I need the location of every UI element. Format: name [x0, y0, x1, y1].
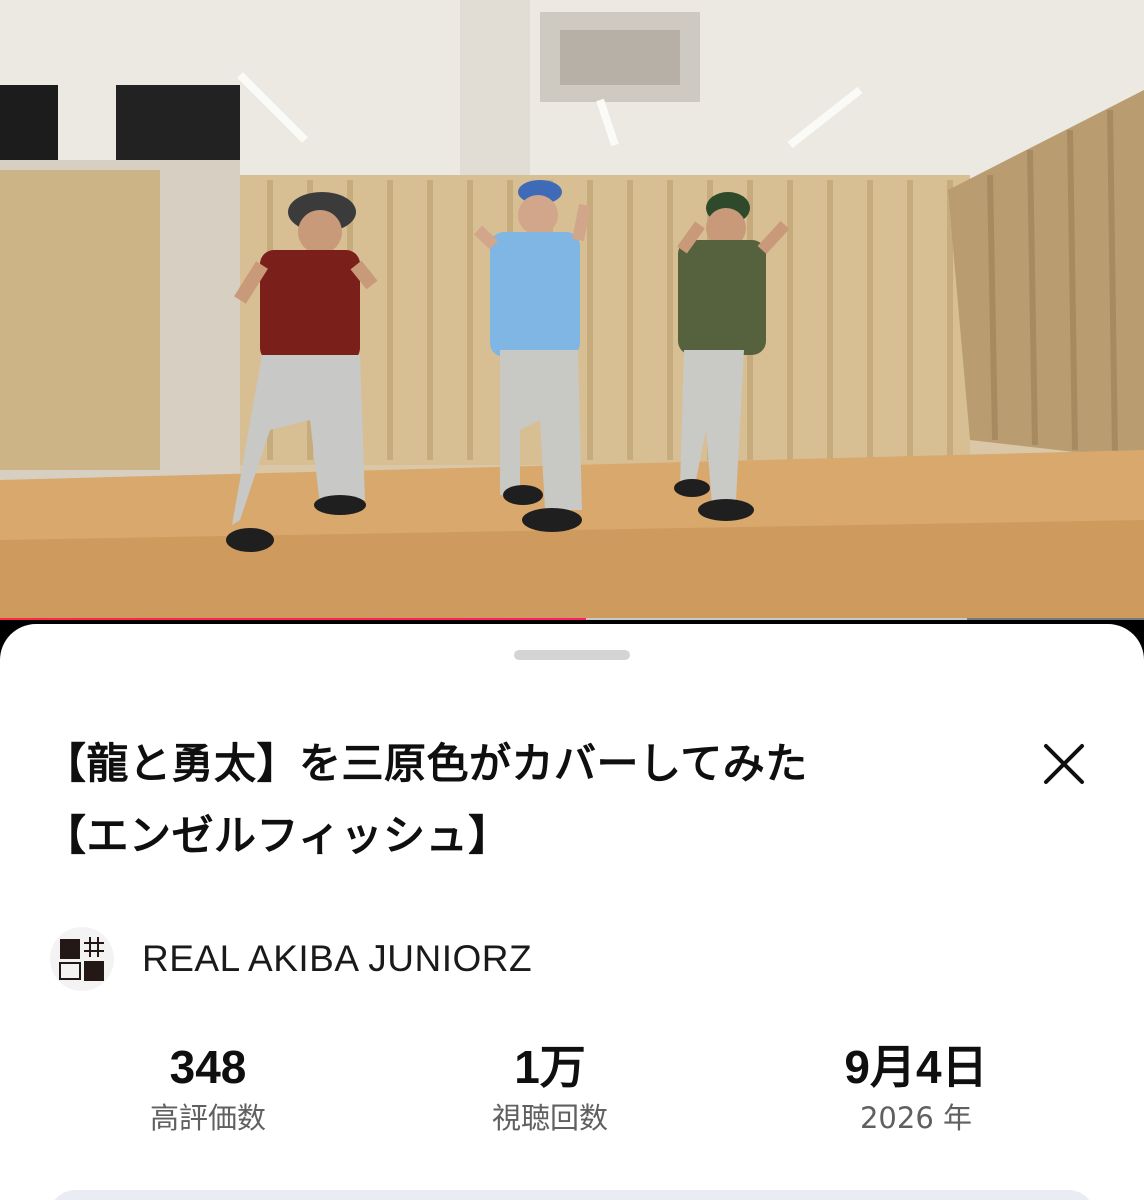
video-title-line2: 【エンゼルフィッシュ】 — [44, 811, 511, 860]
views-label: 視聴回数 — [491, 1101, 608, 1135]
video-player[interactable] — [0, 0, 1144, 620]
progress-bar[interactable] — [0, 618, 1144, 620]
likes-label: 高評価数 — [149, 1101, 266, 1135]
channel-name[interactable]: REAL AKIBA JUNIORZ — [142, 938, 532, 980]
stat-views: 1万 視聴回数 — [420, 1038, 680, 1138]
video-frame-dance-studio — [0, 0, 1144, 620]
video-title-line1: 【龍と勇太】を三原色がカバーしてみた — [44, 739, 808, 788]
description-card[interactable] — [48, 1190, 1096, 1200]
channel-logo-icon — [59, 937, 104, 981]
drag-handle[interactable] — [514, 650, 630, 660]
stat-likes: 348 高評価数 — [78, 1038, 338, 1138]
close-button[interactable] — [1036, 736, 1092, 792]
likes-count: 348 — [169, 1041, 247, 1093]
close-icon — [1044, 744, 1084, 784]
publish-year: 2026 年 — [859, 1101, 973, 1135]
channel-row[interactable]: REAL AKIBA JUNIORZ — [50, 924, 532, 994]
video-title: 【龍と勇太】を三原色がカバーしてみた 【エンゼルフィッシュ】 — [44, 728, 1004, 872]
views-count: 1万 — [514, 1041, 586, 1093]
stat-date: 9月4日 2026 年 — [786, 1038, 1046, 1138]
channel-avatar[interactable] — [50, 927, 114, 991]
publish-date: 9月4日 — [844, 1041, 988, 1093]
description-sheet: 【龍と勇太】を三原色がカバーしてみた 【エンゼルフィッシュ】 REAL AKIB… — [0, 624, 1144, 1200]
stats-row: 348 高評価数 1万 視聴回数 9月4日 2026 年 — [0, 1038, 1144, 1148]
progress-fill — [0, 618, 586, 620]
